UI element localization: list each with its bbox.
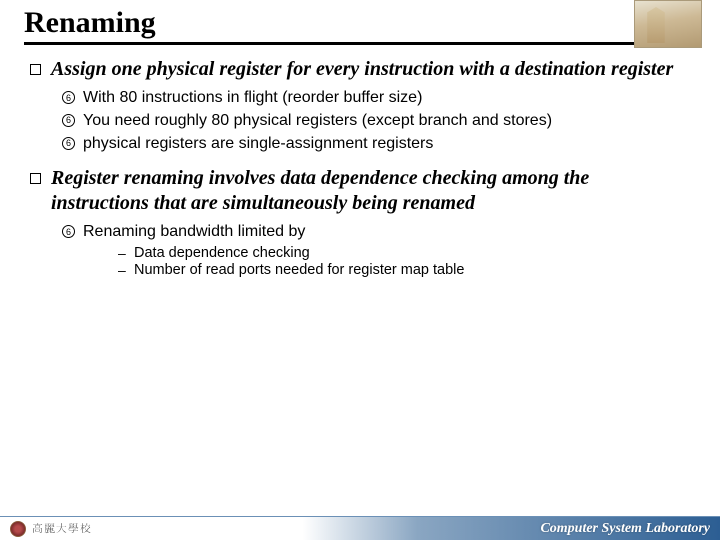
sub-list: 6 With 80 instructions in flight (reorde…: [62, 88, 690, 154]
bullet-text: Renaming bandwidth limited by: [83, 222, 305, 243]
bullet-text: You need roughly 80 physical registers (…: [83, 111, 552, 132]
circled-number-icon: 6: [62, 137, 75, 150]
circled-number-icon: 6: [62, 114, 75, 127]
bullet-text: Register renaming involves data dependen…: [51, 166, 690, 216]
circled-number-icon: 6: [62, 91, 75, 104]
circled-number-icon: 6: [62, 225, 75, 238]
square-bullet-icon: [30, 173, 41, 184]
bullet-level1: Assign one physical register for every i…: [30, 57, 690, 82]
slide-content: Assign one physical register for every i…: [0, 45, 720, 278]
footer-left-text: 高麗大學校: [32, 521, 92, 536]
university-crest-icon: [10, 521, 26, 537]
bullet-level3: – Data dependence checking: [118, 245, 690, 261]
square-bullet-icon: [30, 64, 41, 75]
dash-bullet-icon: –: [118, 245, 128, 261]
bullet-text: Number of read ports needed for register…: [134, 262, 464, 278]
bullet-level2: 6 Renaming bandwidth limited by: [62, 222, 690, 243]
bullet-level2: 6 physical registers are single-assignme…: [62, 134, 690, 155]
bullet-text: Data dependence checking: [134, 245, 310, 261]
sub-list: 6 Renaming bandwidth limited by – Data d…: [62, 222, 690, 278]
bullet-level3: – Number of read ports needed for regist…: [118, 262, 690, 278]
bullet-text: physical registers are single-assignment…: [83, 134, 433, 155]
slide-title: Renaming: [24, 6, 696, 40]
slide-footer: 高麗大學校 Computer System Laboratory: [0, 516, 720, 540]
sub-sub-list: – Data dependence checking – Number of r…: [118, 245, 690, 278]
bullet-level2: 6 You need roughly 80 physical registers…: [62, 111, 690, 132]
bullet-level2: 6 With 80 instructions in flight (reorde…: [62, 88, 690, 109]
bullet-level1: Register renaming involves data dependen…: [30, 166, 690, 216]
header-building-photo: [634, 0, 702, 48]
footer-left: 高麗大學校: [10, 521, 92, 537]
slide-header: Renaming: [0, 0, 720, 45]
bullet-text: Assign one physical register for every i…: [51, 57, 673, 82]
footer-right-text: Computer System Laboratory: [540, 521, 710, 537]
title-underline: [24, 42, 634, 45]
bullet-text: With 80 instructions in flight (reorder …: [83, 88, 422, 109]
dash-bullet-icon: –: [118, 262, 128, 278]
slide: Renaming Assign one physical register fo…: [0, 0, 720, 540]
